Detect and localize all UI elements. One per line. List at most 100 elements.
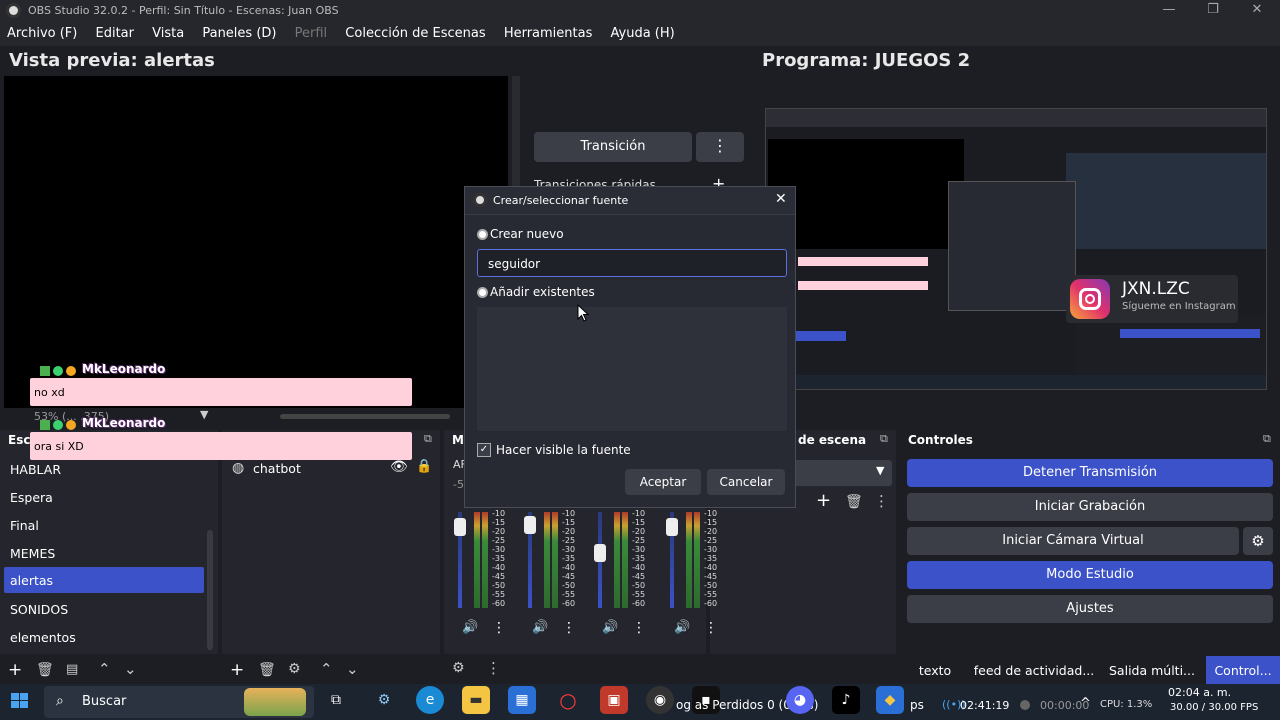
- move-up-icon[interactable]: ⌃: [320, 660, 333, 678]
- trash-icon[interactable]: 🗑: [845, 494, 863, 510]
- tab-texto[interactable]: texto: [906, 656, 964, 686]
- mixer-menu-icon[interactable]: ⋮: [486, 659, 501, 677]
- menu-archivo[interactable]: Archivo (F): [0, 22, 84, 41]
- scene-item-alertas[interactable]: alertas: [4, 567, 204, 593]
- transition-button[interactable]: Transición: [534, 132, 692, 162]
- tiktok-icon[interactable]: ♪: [832, 686, 860, 714]
- opera-icon[interactable]: ○: [554, 686, 582, 714]
- tab-control[interactable]: Control...: [1206, 656, 1280, 686]
- clock-time[interactable]: 02:04 a. m.: [1168, 686, 1231, 699]
- scene-item-final[interactable]: Final: [4, 512, 204, 538]
- minimize-button[interactable]: —: [1154, 2, 1184, 20]
- close-button[interactable]: ✕: [1242, 2, 1272, 20]
- steam-icon[interactable]: ⚙: [370, 686, 398, 714]
- obs-taskbar-icon[interactable]: ◉: [646, 686, 674, 714]
- source-name-value: seguidor: [488, 257, 541, 271]
- store-icon[interactable]: ▦: [508, 686, 536, 714]
- tray-chevron-up-icon[interactable]: ^: [1080, 696, 1091, 711]
- radio-create-new[interactable]: [477, 229, 488, 240]
- level-meter: [686, 512, 692, 608]
- menu-coleccion[interactable]: Colección de Escenas: [338, 22, 492, 41]
- program-title: Programa: JUEGOS 2: [762, 50, 971, 71]
- advanced-audio-icon[interactable]: ⚙: [452, 660, 465, 676]
- shield-icon[interactable]: ◆: [876, 686, 904, 714]
- app-icon[interactable]: ▣: [600, 686, 628, 714]
- accept-button[interactable]: Aceptar: [625, 469, 701, 495]
- maximize-button[interactable]: ❐: [1198, 2, 1228, 20]
- speaker-icon[interactable]: 🔊: [674, 620, 690, 635]
- discord-icon[interactable]: ◕: [786, 686, 814, 714]
- channel-menu-icon[interactable]: ⋮: [704, 620, 718, 636]
- move-down-icon[interactable]: ⌄: [346, 660, 359, 678]
- menu-paneles[interactable]: Paneles (D): [195, 22, 283, 41]
- fader-knob[interactable]: [594, 544, 606, 562]
- scene-item-memes[interactable]: MEMES: [4, 540, 204, 566]
- cancel-button[interactable]: Cancelar: [707, 469, 785, 495]
- lock-icon[interactable]: 🔒: [416, 459, 432, 474]
- nested-controls: [1076, 315, 1266, 375]
- menu-vista[interactable]: Vista: [145, 22, 191, 41]
- taskbar-search[interactable]: ⌕ Buscar: [44, 686, 314, 718]
- menu-ayuda[interactable]: Ayuda (H): [604, 22, 682, 41]
- edge-icon[interactable]: e: [416, 686, 444, 714]
- scene-item-sonidos[interactable]: SONIDOS: [4, 596, 204, 622]
- channel-menu-icon[interactable]: ⋮: [632, 620, 646, 636]
- badge-icon: [66, 366, 76, 376]
- tab-salida[interactable]: Salida múlti...: [1104, 656, 1200, 686]
- gear-icon[interactable]: ⚙: [288, 661, 301, 677]
- scene-item-espera[interactable]: Espera: [4, 484, 204, 510]
- file-explorer-icon[interactable]: ▬: [462, 686, 490, 714]
- menu-editar[interactable]: Editar: [89, 22, 142, 41]
- virtual-camera-gear-icon[interactable]: ⚙: [1243, 527, 1273, 555]
- zoom-dropdown-icon[interactable]: ▼: [200, 408, 208, 421]
- fader-knob[interactable]: [666, 518, 678, 536]
- scenes-scrollbar[interactable]: [207, 530, 213, 650]
- create-new-label: Crear nuevo: [490, 227, 564, 241]
- dialog-close-icon[interactable]: ✕: [775, 191, 787, 207]
- add-scene-icon[interactable]: +: [8, 660, 22, 680]
- source-item-chatbot[interactable]: ◍ chatbot 👁 🔒: [226, 458, 436, 480]
- radio-add-existing[interactable]: [477, 287, 488, 298]
- fader-knob[interactable]: [454, 518, 466, 536]
- add-source-icon[interactable]: +: [230, 660, 244, 680]
- fps-fragment: ps: [910, 698, 924, 712]
- scene-item-hablar[interactable]: HABLAR: [4, 456, 204, 482]
- horizontal-scrollbar[interactable]: [280, 414, 450, 419]
- move-up-icon[interactable]: ⌃: [98, 660, 111, 678]
- meter-scale-label: -30: [632, 545, 646, 554]
- sources-undock-icon[interactable]: ⧉: [424, 432, 432, 446]
- visible-checkbox[interactable]: ✓: [477, 443, 491, 457]
- transition-menu-icon[interactable]: ⋮: [696, 132, 744, 162]
- stop-streaming-button[interactable]: Detener Transmisión: [907, 459, 1273, 487]
- filter-icon[interactable]: ▤: [66, 662, 78, 677]
- nested-chat: [798, 257, 928, 266]
- channel-menu-icon[interactable]: ⋮: [562, 620, 576, 636]
- menu-herramientas[interactable]: Herramientas: [497, 22, 600, 41]
- channel-menu-icon[interactable]: ⋮: [492, 620, 506, 636]
- speaker-icon[interactable]: 🔊: [462, 620, 478, 635]
- start-recording-button[interactable]: Iniciar Grabación: [907, 493, 1273, 521]
- trash-icon[interactable]: 🗑: [258, 662, 276, 678]
- fader-knob[interactable]: [524, 516, 536, 534]
- move-down-icon[interactable]: ⌄: [124, 660, 137, 678]
- menu-perfil[interactable]: Perfil: [288, 22, 335, 41]
- existing-sources-list[interactable]: [477, 307, 787, 431]
- source-name-input[interactable]: seguidor: [477, 249, 787, 277]
- eye-icon[interactable]: 👁: [390, 459, 408, 475]
- meter-scale-label: -55: [562, 590, 576, 599]
- speaker-icon[interactable]: 🔊: [602, 620, 618, 635]
- studio-mode-button[interactable]: Modo Estudio: [907, 561, 1273, 589]
- virtual-camera-button[interactable]: Iniciar Cámara Virtual: [907, 527, 1239, 555]
- add-transition-icon[interactable]: +: [816, 490, 831, 511]
- tab-feed[interactable]: feed de actividad...: [970, 656, 1098, 686]
- settings-button[interactable]: Ajustes: [907, 595, 1273, 623]
- task-view-icon[interactable]: ⧉: [322, 686, 350, 714]
- preview-canvas[interactable]: [4, 76, 508, 408]
- trash-icon[interactable]: 🗑: [36, 662, 54, 678]
- windows-start-icon[interactable]: [8, 691, 32, 711]
- scene-item-elementos[interactable]: elementos: [4, 624, 204, 650]
- controls-undock-icon[interactable]: ⧉: [1263, 432, 1271, 446]
- transitions-undock-icon[interactable]: ⧉: [880, 432, 888, 446]
- speaker-icon[interactable]: 🔊: [532, 620, 548, 635]
- transition-props-icon[interactable]: ⋮: [874, 492, 889, 510]
